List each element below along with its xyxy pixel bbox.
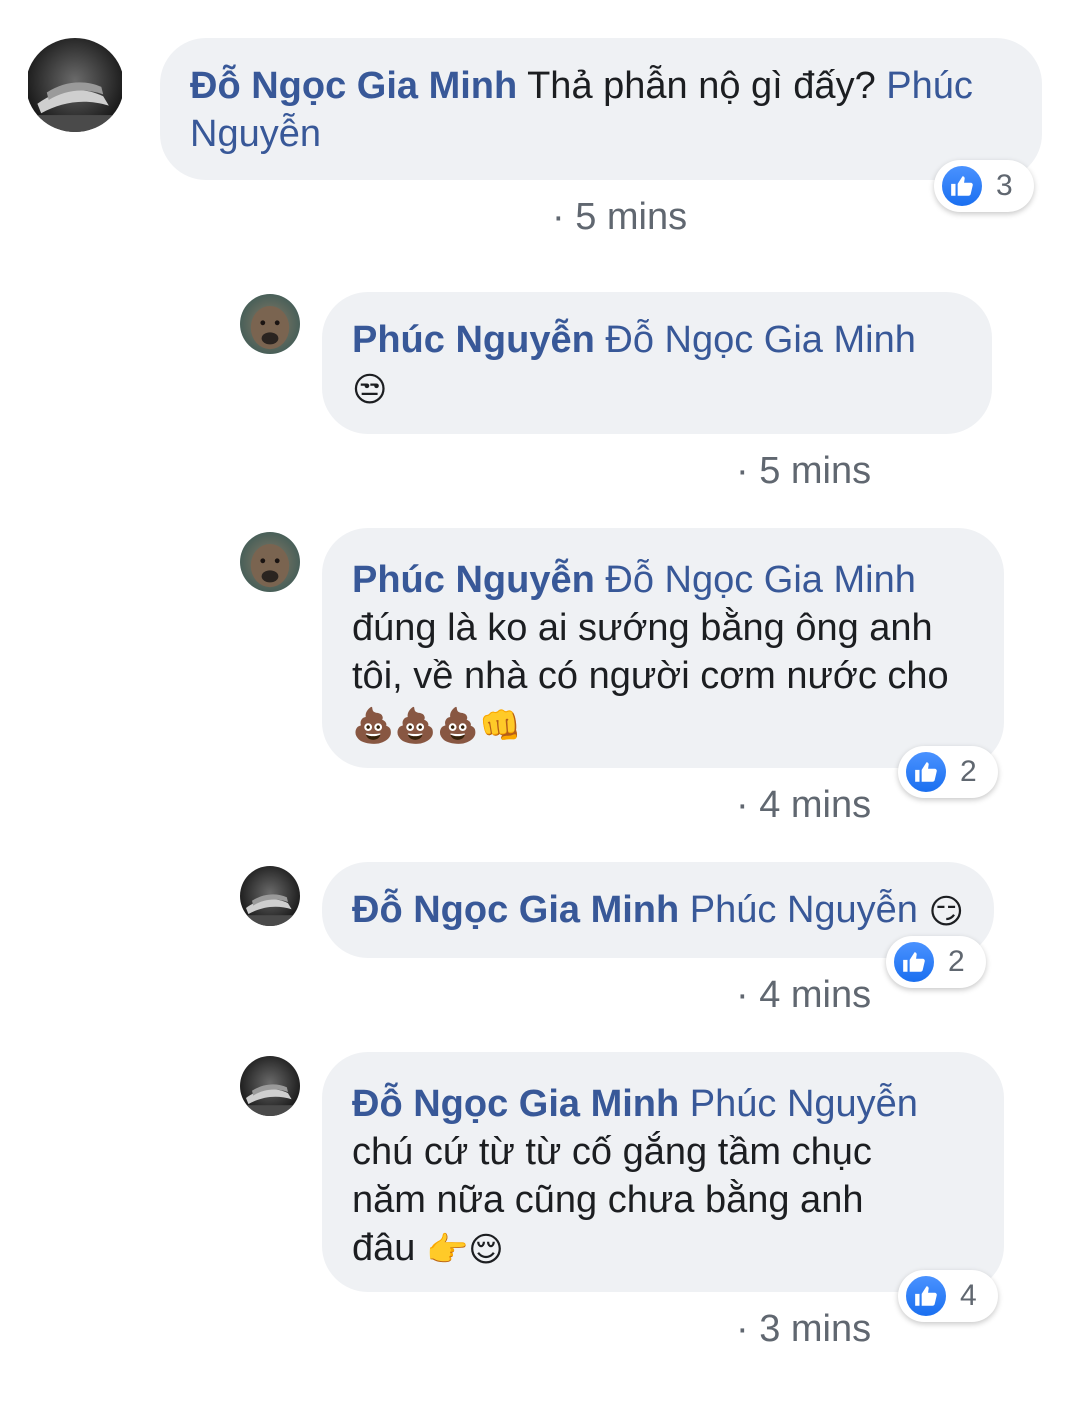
mention-tag[interactable]: Đỗ Ngọc Gia Minh	[605, 319, 915, 361]
reaction-summary[interactable]: 2	[898, 746, 998, 798]
like-icon	[940, 164, 984, 208]
hands-photo-avatar	[240, 1056, 300, 1116]
unamused-emoji: 😒	[352, 369, 388, 410]
avatar-do-ngoc-gia-minh[interactable]	[240, 1056, 300, 1116]
mention-tag[interactable]: Phúc Nguyễn	[690, 1083, 918, 1125]
hands-photo-avatar	[28, 38, 122, 132]
pointing-relieved-emoji: 👉😌	[425, 1229, 504, 1270]
mention-tag[interactable]: Phúc Nguyễn	[690, 889, 918, 931]
avatar-phuc-nguyen[interactable]	[240, 294, 300, 354]
poop-fist-emoji: 💩💩💩👊	[352, 705, 522, 746]
smirk-emoji: 😏	[928, 891, 964, 932]
reaction-count: 2	[960, 755, 977, 788]
like-icon	[904, 750, 948, 794]
comment-bubble[interactable]: Phúc Nguyễn Đỗ Ngọc Gia Minh 😒	[322, 292, 992, 434]
comment-author[interactable]: Đỗ Ngọc Gia Minh	[352, 889, 679, 931]
comment-author[interactable]: Đỗ Ngọc Gia Minh	[352, 1083, 679, 1125]
comment-text: Thả phẫn nộ gì đấy?	[527, 65, 876, 107]
comment-text: đúng là ko ai sướng bằng ông anh tôi, về…	[352, 607, 949, 697]
like-icon	[904, 1274, 948, 1318]
comment-timestamp[interactable]: · 3 mins	[736, 1308, 871, 1351]
like-icon	[892, 940, 936, 984]
dog-photo-avatar	[240, 532, 300, 592]
mention-tag[interactable]: Đỗ Ngọc Gia Minh	[605, 559, 915, 601]
reaction-summary[interactable]: 2	[886, 936, 986, 988]
avatar-do-ngoc-gia-minh[interactable]	[26, 38, 124, 132]
hands-photo-avatar	[240, 866, 300, 926]
comment-timestamp[interactable]: · 4 mins	[736, 974, 871, 1017]
comment-timestamp[interactable]: · 5 mins	[552, 196, 687, 239]
comment-timestamp[interactable]: · 5 mins	[736, 450, 871, 493]
comment-timestamp[interactable]: · 4 mins	[736, 784, 871, 827]
reaction-count: 3	[996, 169, 1013, 202]
comment-author[interactable]: Phúc Nguyễn	[352, 319, 595, 361]
comment-author[interactable]: Đỗ Ngọc Gia Minh	[190, 65, 517, 107]
avatar-do-ngoc-gia-minh[interactable]	[240, 866, 300, 926]
reaction-count: 2	[948, 945, 965, 978]
comment-author[interactable]: Phúc Nguyễn	[352, 559, 595, 601]
comment-bubble[interactable]: Phúc Nguyễn Đỗ Ngọc Gia Minh đúng là ko …	[322, 528, 1004, 768]
reaction-count: 4	[960, 1279, 977, 1312]
reaction-summary[interactable]: 3	[934, 160, 1034, 212]
reaction-summary[interactable]: 4	[898, 1270, 998, 1322]
dog-photo-avatar	[240, 294, 300, 354]
avatar-phuc-nguyen[interactable]	[240, 532, 300, 592]
comment-bubble[interactable]: Đỗ Ngọc Gia Minh Thả phẫn nộ gì đấy? Phú…	[160, 38, 1042, 180]
comment-bubble[interactable]: Đỗ Ngọc Gia Minh Phúc Nguyễn chú cứ từ t…	[322, 1052, 1004, 1292]
